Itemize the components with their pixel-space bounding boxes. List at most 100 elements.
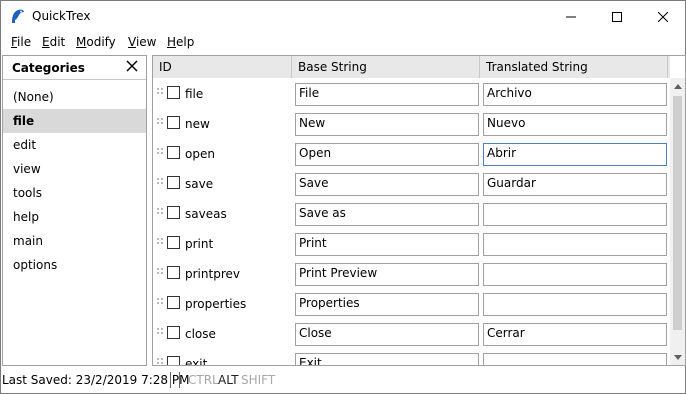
scroll-thumb[interactable] [673,96,682,330]
base-string-field[interactable]: Save [295,173,479,196]
row-checkbox[interactable] [167,266,180,279]
drag-handle-icon[interactable] [156,116,164,126]
drag-handle-icon[interactable] [156,296,164,306]
app-window: QuickTrex File Edit Modify View Help Cat… [0,0,686,394]
row-checkbox[interactable] [167,236,180,249]
row-id: close [185,327,216,341]
row-checkbox[interactable] [167,326,180,339]
window-title: QuickTrex [32,9,91,23]
menu-view[interactable]: View [128,35,156,49]
row-checkbox[interactable] [167,146,180,159]
base-string-field[interactable]: Close [295,323,479,346]
scroll-down-arrow-icon [674,354,682,360]
table-row: properties Properties [153,290,670,320]
shift-indicator: SHIFT [241,373,276,387]
category-edit[interactable]: edit [3,133,146,157]
row-checkbox[interactable] [167,176,180,189]
base-string-field[interactable]: Exit [295,353,479,365]
column-header-spacer [668,56,670,78]
ctrl-indicator: CTRL [188,373,219,387]
drag-handle-icon[interactable] [156,236,164,246]
menu-bar: File Edit Modify View Help [1,32,685,53]
translated-string-field[interactable] [483,353,667,365]
app-logo-icon [12,9,24,23]
row-id: open [185,147,215,161]
base-string-field[interactable]: New [295,113,479,136]
translated-string-field[interactable]: Guardar [483,173,667,196]
row-id: printprev [185,267,240,281]
row-checkbox[interactable] [167,86,180,99]
row-checkbox[interactable] [167,116,180,129]
translated-string-field[interactable] [483,203,667,226]
table-row: exit Exit [153,350,670,366]
menu-modify[interactable]: Modify [76,35,116,49]
row-id: saveas [185,207,227,221]
base-string-field[interactable]: Properties [295,293,479,316]
table-row: printprev Print Preview [153,260,670,290]
maximize-icon [612,11,622,22]
column-header-base-string[interactable]: Base String [292,56,480,78]
drag-handle-icon[interactable] [156,326,164,336]
drag-handle-icon[interactable] [156,176,164,186]
base-string-field[interactable]: Print [295,233,479,256]
strings-grid: ID Base String Translated String file Fi… [152,55,686,366]
table-row: file File Archivo [153,80,670,110]
row-checkbox[interactable] [167,356,180,365]
drag-handle-icon[interactable] [156,266,164,276]
drag-handle-icon[interactable] [156,86,164,96]
status-bar: Last Saved: 23/2/2019 7:28 PM CTRL ALT S… [1,368,685,393]
drag-handle-icon[interactable] [156,146,164,156]
table-row: new New Nuevo [153,110,670,140]
base-string-field[interactable]: Print Preview [295,263,479,286]
minimize-button[interactable] [548,1,594,32]
base-string-field[interactable]: Save as [295,203,479,226]
row-id: properties [185,297,247,311]
translated-string-field[interactable] [483,293,667,316]
row-checkbox[interactable] [167,296,180,309]
translated-string-field[interactable]: Abrir [483,143,667,166]
close-panel-icon[interactable] [125,59,139,73]
category-view[interactable]: view [3,157,146,181]
menu-help[interactable]: Help [167,35,194,49]
base-string-field[interactable]: Open [295,143,479,166]
row-id: file [185,87,204,101]
status-separator [170,372,171,388]
table-row: open Open Abrir [153,140,670,170]
category-options[interactable]: options [3,253,146,277]
categories-title: Categories [12,61,85,75]
alt-indicator: ALT [218,373,239,387]
minimize-icon [566,16,576,17]
drag-handle-icon[interactable] [156,206,164,216]
maximize-button[interactable] [594,1,640,32]
translated-string-field[interactable]: Cerrar [483,323,667,346]
menu-file[interactable]: File [11,35,31,49]
scroll-down-button[interactable] [670,349,685,365]
base-string-field[interactable]: File [295,83,479,106]
row-id: exit [185,357,208,366]
last-saved-status: Last Saved: 23/2/2019 7:28 PM [2,373,190,387]
category-help[interactable]: help [3,205,146,229]
menu-edit[interactable]: Edit [42,35,65,49]
translated-string-field[interactable] [483,233,667,256]
categories-panel: Categories (None) file edit view tools h… [2,55,147,366]
translated-string-field[interactable]: Nuevo [483,113,667,136]
row-id: save [185,177,214,191]
row-checkbox[interactable] [167,206,180,219]
category-main[interactable]: main [3,229,146,253]
close-window-button[interactable] [640,1,686,32]
scroll-up-button[interactable] [670,78,685,94]
translated-string-field[interactable] [483,263,667,286]
column-header-translated-string[interactable]: Translated String [480,56,668,78]
translated-string-field[interactable]: Archivo [483,83,667,106]
table-row: print Print [153,230,670,260]
title-bar[interactable]: QuickTrex [1,1,685,32]
column-header-id[interactable]: ID [153,56,292,78]
category-file[interactable]: file [3,109,146,133]
close-icon [658,11,668,22]
category-none[interactable]: (None) [3,85,146,109]
category-tools[interactable]: tools [3,181,146,205]
drag-handle-icon[interactable] [156,356,164,366]
vertical-scrollbar[interactable] [670,78,685,365]
table-row: close Close Cerrar [153,320,670,350]
categories-header: Categories [3,56,146,80]
